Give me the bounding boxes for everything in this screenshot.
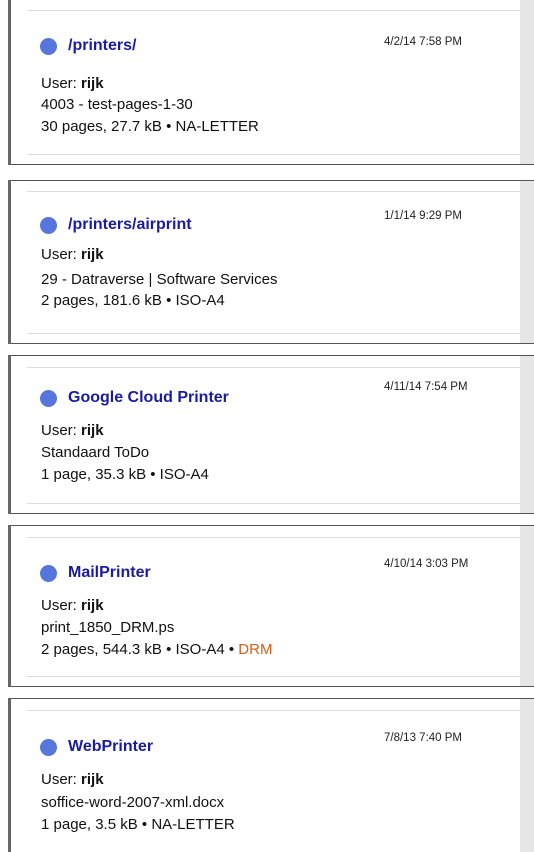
job-document: 29 - Datraverse | Software Services <box>41 271 278 288</box>
job-user: User: rijk <box>41 75 104 92</box>
job-timestamp: 7/8/13 7:40 PM <box>384 732 462 744</box>
job-timestamp: 4/2/14 7:58 PM <box>384 36 462 48</box>
print-job-card[interactable]: WebPrinter 7/8/13 7:40 PM User: rijk sof… <box>8 698 534 852</box>
user-label: User: <box>41 422 82 439</box>
print-job-card[interactable]: /printers/ 4/2/14 7:58 PM User: rijk 400… <box>8 0 534 165</box>
print-job-card[interactable]: MailPrinter 4/10/14 3:03 PM User: rijk p… <box>8 525 534 687</box>
job-user: User: rijk <box>41 422 104 439</box>
printer-name-link[interactable]: Google Cloud Printer <box>68 389 229 407</box>
status-dot-icon <box>40 390 57 407</box>
job-document: soffice-word-2007-xml.docx <box>41 794 225 811</box>
user-name: rijk <box>81 597 104 614</box>
job-user: User: rijk <box>41 246 104 263</box>
user-label: User: <box>41 597 82 614</box>
print-job-card[interactable]: Google Cloud Printer 4/11/14 7:54 PM Use… <box>8 355 534 514</box>
job-timestamp: 1/1/14 9:29 PM <box>384 210 462 222</box>
drm-flag: DRM <box>238 641 273 658</box>
job-details-text: 2 pages, 544.3 kB • ISO-A4 • <box>41 641 239 658</box>
job-document: Standaard ToDo <box>41 444 150 461</box>
user-label: User: <box>41 246 82 263</box>
job-details: 2 pages, 544.3 kB • ISO-A4 • DRM <box>41 641 272 658</box>
user-name: rijk <box>81 246 104 263</box>
user-label: User: <box>41 771 82 788</box>
job-timestamp: 4/10/14 3:03 PM <box>384 558 469 570</box>
printer-name-link[interactable]: MailPrinter <box>68 564 151 582</box>
job-details: 2 pages, 181.6 kB • ISO-A4 <box>41 292 225 309</box>
job-user: User: rijk <box>41 597 104 614</box>
status-dot-icon <box>40 565 57 582</box>
user-name: rijk <box>81 75 104 92</box>
job-user: User: rijk <box>41 771 104 788</box>
print-job-card[interactable]: /printers/airprint 1/1/14 9:29 PM User: … <box>8 180 534 344</box>
job-details: 1 page, 3.5 kB • NA-LETTER <box>41 816 235 833</box>
printer-name-link[interactable]: /printers/ <box>68 37 136 55</box>
job-timestamp: 4/11/14 7:54 PM <box>384 381 468 393</box>
user-name: rijk <box>81 771 104 788</box>
user-label: User: <box>41 75 82 92</box>
user-name: rijk <box>81 422 104 439</box>
status-dot-icon <box>40 739 57 756</box>
job-document: print_1850_DRM.ps <box>41 619 175 636</box>
printer-name-link[interactable]: /printers/airprint <box>68 216 192 234</box>
print-job-list: /printers/ 4/2/14 7:58 PM User: rijk 400… <box>0 0 534 852</box>
status-dot-icon <box>40 217 57 234</box>
job-details: 30 pages, 27.7 kB • NA-LETTER <box>41 118 259 135</box>
printer-name-link[interactable]: WebPrinter <box>68 738 153 756</box>
job-document: 4003 - test-pages-1-30 <box>41 96 193 113</box>
status-dot-icon <box>40 38 57 55</box>
job-details: 1 page, 35.3 kB • ISO-A4 <box>41 466 209 483</box>
